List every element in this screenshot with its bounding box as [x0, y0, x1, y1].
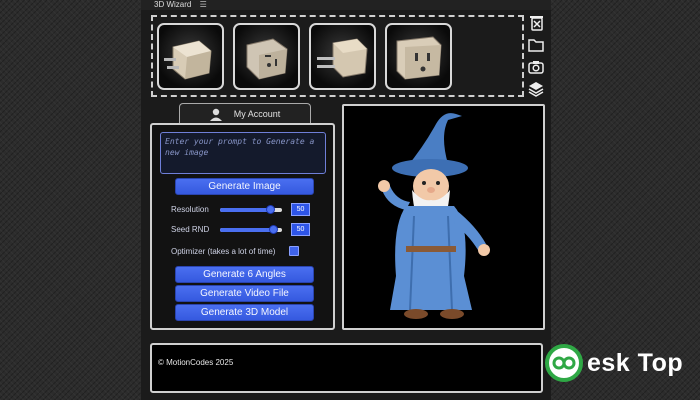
user-icon — [209, 108, 222, 121]
resolution-slider-fill — [220, 208, 270, 212]
wizard-image — [378, 113, 490, 319]
camera-icon[interactable] — [527, 58, 545, 76]
seed-label: Seed RND — [171, 225, 210, 234]
watermark-logo-icon — [545, 344, 583, 382]
generate-video-button[interactable]: Generate Video File — [175, 285, 314, 302]
close-file-icon[interactable] — [527, 14, 545, 32]
thumbnail-4[interactable] — [385, 23, 452, 90]
watermark: esk Top — [545, 343, 695, 383]
generation-panel: Generate Image Resolution 50 Seed RND 50… — [150, 123, 335, 330]
image-preview — [342, 104, 545, 330]
tab-my-account[interactable]: My Account — [179, 103, 311, 124]
resolution-value[interactable]: 50 — [291, 203, 310, 216]
thumbnail-strip — [151, 15, 524, 97]
seed-value[interactable]: 50 — [291, 223, 310, 236]
seed-slider-handle[interactable] — [269, 225, 278, 234]
resolution-slider-handle[interactable] — [266, 205, 275, 214]
prompt-input[interactable] — [160, 132, 326, 174]
seed-slider[interactable] — [220, 225, 282, 234]
optimizer-label: Optimizer (takes a lot of time) — [171, 247, 276, 256]
generate-angles-button[interactable]: Generate 6 Angles — [175, 266, 314, 283]
folder-icon[interactable] — [527, 36, 545, 54]
thumbnail-2[interactable] — [233, 23, 300, 90]
optimizer-checkbox[interactable] — [289, 246, 299, 256]
app-title: 3D Wizard — [154, 0, 192, 9]
tab-label: My Account — [233, 109, 281, 119]
watermark-text: esk Top — [587, 348, 684, 377]
resolution-slider[interactable] — [220, 205, 282, 214]
hamburger-icon[interactable]: ☰ — [200, 0, 207, 9]
side-toolbar — [527, 14, 549, 102]
layers-icon[interactable] — [527, 80, 545, 98]
app-window: 3D Wizard ☰ My Account Enter your prompt… — [141, 0, 551, 400]
title-bar: 3D Wizard ☰ — [141, 0, 551, 10]
thumbnail-1[interactable] — [157, 23, 224, 90]
resolution-label: Resolution — [171, 205, 209, 214]
copyright-text: © MotionCodes 2025 — [158, 358, 234, 367]
footer-panel: © MotionCodes 2025 — [150, 343, 543, 393]
thumbnail-3[interactable] — [309, 23, 376, 90]
seed-slider-fill — [220, 228, 273, 232]
generate-image-button[interactable]: Generate Image — [175, 178, 314, 195]
generate-model-button[interactable]: Generate 3D Model — [175, 304, 314, 321]
